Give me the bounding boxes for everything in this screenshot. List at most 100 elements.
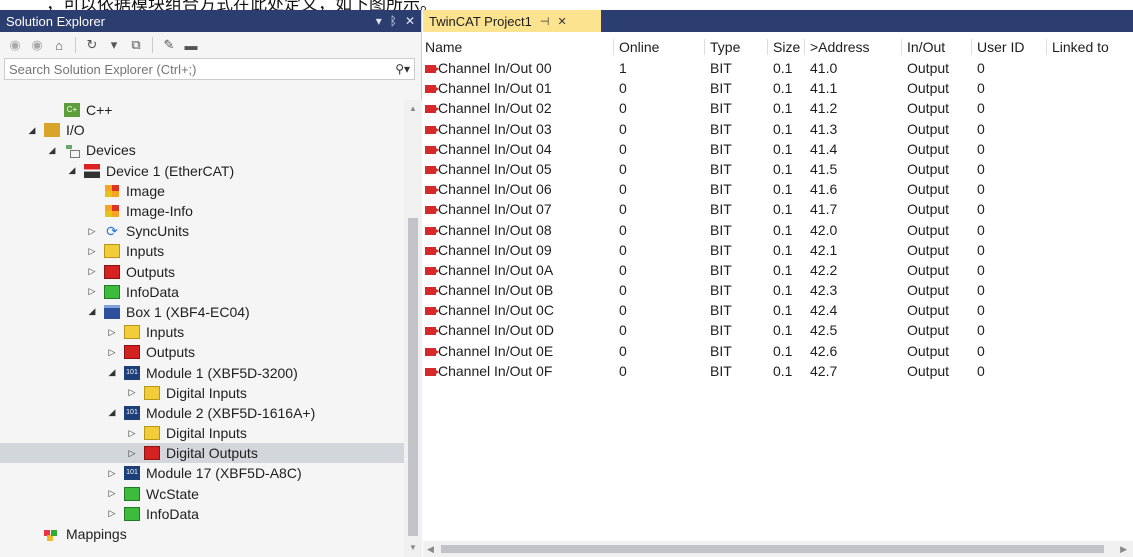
collapsed-arrow-icon[interactable]: ▷ — [106, 347, 118, 358]
tree-item[interactable]: ▷ Outputs — [0, 262, 404, 282]
tree-item[interactable]: ▷ InfoData — [0, 282, 404, 302]
address-cell: 41.3 — [810, 120, 838, 137]
forward-icon[interactable]: ◉ — [28, 36, 46, 54]
tree-item[interactable]: ◢ 101 Module 1 (XBF5D-3200) — [0, 362, 404, 382]
column-divider[interactable] — [613, 39, 614, 55]
grid-horizontal-scrollbar[interactable]: ◀ ▶ — [423, 541, 1133, 557]
back-icon[interactable]: ◉ — [6, 36, 24, 54]
collapsed-arrow-icon[interactable]: ▷ — [126, 448, 138, 459]
tree-item[interactable]: ▷ Outputs — [0, 342, 404, 362]
inout-cell: Output — [907, 342, 950, 359]
expanded-arrow-icon[interactable]: ◢ — [66, 165, 78, 176]
pin-icon[interactable]: ᛒ — [390, 14, 397, 28]
column-divider[interactable] — [901, 39, 902, 55]
tree-item[interactable]: ▷ WcState — [0, 484, 404, 504]
tab-pin-icon[interactable]: ⊣ — [540, 15, 550, 28]
tree-item[interactable]: ◢ Devices — [0, 140, 404, 160]
column-divider[interactable] — [767, 39, 768, 55]
collapse-all-icon[interactable]: ▬ — [182, 36, 200, 54]
scroll-down-icon[interactable]: ▼ — [404, 539, 422, 557]
collapsed-arrow-icon[interactable]: ▷ — [126, 428, 138, 439]
sync-icon: ⟳ — [106, 223, 118, 240]
table-row[interactable]: Channel In/Out 05 0 BIT 0.1 41.5 Output 0 — [423, 159, 1133, 179]
column-header[interactable]: >Address — [810, 36, 870, 58]
scrollbar-thumb[interactable] — [408, 218, 418, 536]
column-header[interactable]: Name — [425, 36, 462, 58]
tree-item[interactable]: ▷ Inputs — [0, 241, 404, 261]
tree-item[interactable]: ▷ Digital Inputs — [0, 423, 404, 443]
collapsed-arrow-icon[interactable]: ▷ — [126, 387, 138, 398]
table-row[interactable]: Channel In/Out 06 0 BIT 0.1 41.6 Output 0 — [423, 179, 1133, 199]
table-row[interactable]: Channel In/Out 00 1 BIT 0.1 41.0 Output 0 — [423, 58, 1133, 78]
column-header[interactable]: User ID — [977, 36, 1024, 58]
column-header[interactable]: In/Out — [907, 36, 945, 58]
collapsed-arrow-icon[interactable]: ▷ — [86, 286, 98, 297]
table-row[interactable]: Channel In/Out 0F 0 BIT 0.1 42.7 Output 0 — [423, 361, 1133, 381]
explorer-vertical-scrollbar[interactable]: ▲ ▼ — [404, 100, 422, 557]
scrollbar-thumb[interactable] — [441, 545, 1104, 553]
table-row[interactable]: Channel In/Out 0C 0 BIT 0.1 42.4 Output 0 — [423, 300, 1133, 320]
scroll-left-icon[interactable]: ◀ — [427, 541, 434, 557]
tree-item[interactable]: ▷ Inputs — [0, 322, 404, 342]
home-icon[interactable]: ⌂ — [50, 36, 68, 54]
expanded-arrow-icon[interactable]: ◢ — [106, 407, 118, 418]
online-cell: 0 — [619, 362, 627, 379]
tree-item[interactable]: C+ C++ — [0, 100, 404, 120]
collapsed-arrow-icon[interactable]: ▷ — [86, 246, 98, 257]
column-header[interactable]: Linked to — [1052, 36, 1109, 58]
expanded-arrow-icon[interactable]: ◢ — [26, 125, 38, 136]
tab-close-icon[interactable]: ✕ — [557, 15, 566, 28]
scroll-right-icon[interactable]: ▶ — [1120, 541, 1127, 557]
column-divider[interactable] — [1046, 39, 1047, 55]
tree-item[interactable]: ▷ Digital Outputs — [0, 443, 404, 464]
pending-changes-icon[interactable]: ↻ — [83, 36, 101, 54]
table-row[interactable]: Channel In/Out 02 0 BIT 0.1 41.2 Output 0 — [423, 98, 1133, 118]
collapsed-arrow-icon[interactable]: ▷ — [106, 468, 118, 479]
collapsed-arrow-icon[interactable]: ▷ — [86, 266, 98, 277]
tree-item[interactable]: ◢ Box 1 (XBF4-EC04) — [0, 302, 404, 322]
table-row[interactable]: Channel In/Out 07 0 BIT 0.1 41.7 Output 0 — [423, 199, 1133, 219]
tab-twincat-project1[interactable]: TwinCAT Project1 ⊣ ✕ — [423, 10, 601, 32]
search-input[interactable] — [9, 61, 396, 77]
tree-item[interactable]: ▷ 101 Module 17 (XBF5D-A8C) — [0, 463, 404, 483]
close-icon[interactable]: ✕ — [405, 14, 415, 28]
table-row[interactable]: Channel In/Out 03 0 BIT 0.1 41.3 Output 0 — [423, 119, 1133, 139]
properties-icon[interactable]: ✎ — [160, 36, 178, 54]
column-header[interactable]: Size — [773, 36, 800, 58]
expanded-arrow-icon[interactable]: ◢ — [46, 145, 58, 156]
expanded-arrow-icon[interactable]: ◢ — [106, 367, 118, 378]
collapsed-arrow-icon[interactable]: ▷ — [86, 226, 98, 237]
table-row[interactable]: Channel In/Out 0E 0 BIT 0.1 42.6 Output 0 — [423, 341, 1133, 361]
column-divider[interactable] — [704, 39, 705, 55]
tree-item[interactable]: ◢ Device 1 (EtherCAT) — [0, 161, 404, 181]
tree-item[interactable]: Image-Info — [0, 201, 404, 221]
tree-item[interactable]: Mappings — [0, 524, 404, 544]
column-header[interactable]: Type — [710, 36, 740, 58]
table-row[interactable]: Channel In/Out 04 0 BIT 0.1 41.4 Output 0 — [423, 139, 1133, 159]
table-row[interactable]: Channel In/Out 09 0 BIT 0.1 42.1 Output 0 — [423, 240, 1133, 260]
pending-changes-dropdown-icon[interactable]: ▾ — [105, 36, 123, 54]
dropdown-icon[interactable]: ▾ — [376, 14, 382, 28]
tree-item[interactable]: Image — [0, 181, 404, 201]
tree-item-label: Digital Inputs — [166, 384, 247, 401]
tree-item[interactable]: ◢ 101 Module 2 (XBF5D-1616A+) — [0, 403, 404, 423]
tree-item[interactable]: ▷ Digital Inputs — [0, 383, 404, 403]
collapsed-arrow-icon[interactable]: ▷ — [106, 508, 118, 519]
column-header[interactable]: Online — [619, 36, 659, 58]
table-row[interactable]: Channel In/Out 08 0 BIT 0.1 42.0 Output 0 — [423, 220, 1133, 240]
tree-item[interactable]: ▷ ⟳ SyncUnits — [0, 221, 404, 241]
sync-documents-icon[interactable]: ⧉ — [127, 36, 145, 54]
table-row[interactable]: Channel In/Out 0A 0 BIT 0.1 42.2 Output 0 — [423, 260, 1133, 280]
table-row[interactable]: Channel In/Out 0B 0 BIT 0.1 42.3 Output 0 — [423, 280, 1133, 300]
collapsed-arrow-icon[interactable]: ▷ — [106, 327, 118, 338]
expanded-arrow-icon[interactable]: ◢ — [86, 306, 98, 317]
column-divider[interactable] — [804, 39, 805, 55]
collapsed-arrow-icon[interactable]: ▷ — [106, 488, 118, 499]
tree-item[interactable]: ▷ InfoData — [0, 504, 404, 524]
table-row[interactable]: Channel In/Out 01 0 BIT 0.1 41.1 Output 0 — [423, 78, 1133, 98]
column-divider[interactable] — [971, 39, 972, 55]
scroll-up-icon[interactable]: ▲ — [404, 100, 422, 118]
search-icon[interactable]: ⚲▾ — [395, 62, 410, 76]
table-row[interactable]: Channel In/Out 0D 0 BIT 0.1 42.5 Output 0 — [423, 320, 1133, 340]
tree-item[interactable]: ◢ I/O — [0, 120, 404, 140]
